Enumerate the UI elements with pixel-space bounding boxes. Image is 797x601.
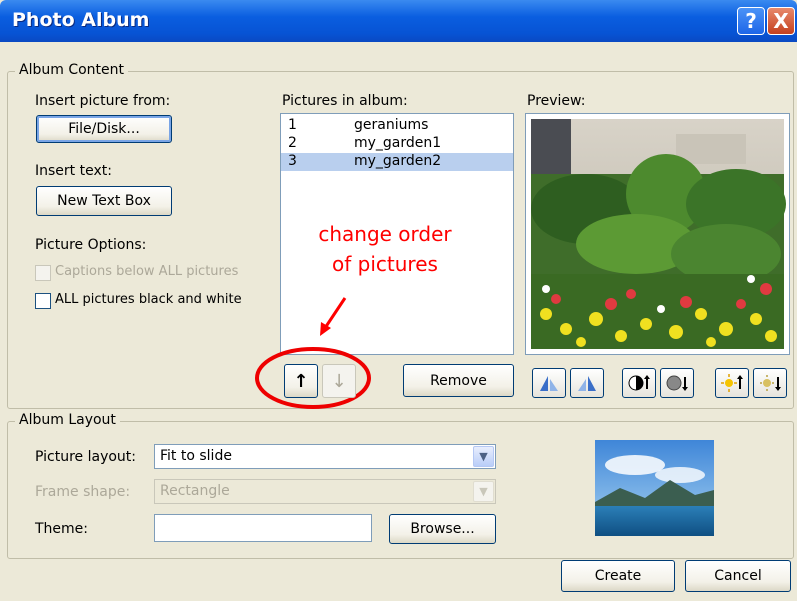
annotation-arrow	[323, 297, 347, 329]
preview-pane	[525, 113, 790, 355]
move-up-button[interactable]: ↑	[284, 364, 318, 398]
layout-preview-image	[595, 440, 714, 536]
contrast-up-button[interactable]	[622, 368, 656, 398]
annotation-text: change order of pictures	[300, 219, 470, 279]
picture-options-label: Picture Options:	[35, 237, 147, 253]
rotate-right-button[interactable]	[570, 368, 604, 398]
contrast-down-icon	[666, 375, 688, 391]
rotate-right-icon	[578, 376, 596, 391]
picture-layout-label: Picture layout:	[35, 449, 136, 465]
black-white-label: ALL pictures black and white	[55, 292, 242, 307]
chevron-down-icon[interactable]: ▼	[473, 446, 494, 467]
window-title: Photo Album	[12, 9, 150, 31]
annotation-line-2: of pictures	[332, 252, 438, 276]
theme-label: Theme:	[35, 521, 89, 537]
list-item-selected[interactable]: 3 my_garden2	[281, 153, 513, 171]
insert-picture-label: Insert picture from:	[35, 93, 171, 109]
album-layout-legend: Album Layout	[15, 412, 120, 428]
browse-button[interactable]: Browse...	[389, 514, 496, 544]
new-text-box-button[interactable]: New Text Box	[36, 186, 172, 216]
frame-shape-value: Rectangle	[160, 483, 230, 499]
help-button[interactable]: ?	[737, 7, 765, 35]
brightness-up-icon	[721, 374, 743, 392]
theme-input[interactable]	[154, 514, 372, 542]
move-down-button[interactable]: ↓	[322, 364, 356, 398]
picture-layout-value: Fit to slide	[160, 448, 232, 464]
black-white-checkbox[interactable]	[35, 293, 51, 309]
create-button[interactable]: Create	[561, 560, 675, 592]
brightness-up-button[interactable]	[715, 368, 749, 398]
annotation-marks	[255, 297, 371, 409]
contrast-up-icon	[628, 375, 650, 391]
brightness-down-icon	[760, 375, 781, 391]
chevron-down-icon[interactable]: ▼	[473, 481, 494, 502]
picture-layout-select[interactable]: Fit to slide ▼	[154, 444, 496, 469]
arrow-up-icon: ↑	[293, 370, 309, 392]
remove-button[interactable]: Remove	[403, 364, 514, 397]
captions-checkbox[interactable]	[35, 265, 51, 281]
contrast-down-button[interactable]	[660, 368, 694, 398]
insert-text-label: Insert text:	[35, 163, 112, 179]
annotation-line-1: change order	[318, 222, 452, 246]
close-button[interactable]: X	[767, 7, 795, 35]
arrow-down-icon: ↓	[331, 370, 347, 392]
garden-photo	[531, 119, 786, 349]
rotate-left-button[interactable]	[532, 368, 566, 398]
brightness-down-button[interactable]	[753, 368, 787, 398]
file-disk-button[interactable]: File/Disk...	[36, 115, 172, 143]
pictures-in-album-label: Pictures in album:	[282, 93, 408, 109]
album-content-legend: Album Content	[15, 62, 128, 78]
cancel-button[interactable]: Cancel	[685, 560, 791, 592]
list-item[interactable]: 1 geraniums	[281, 117, 513, 135]
frame-shape-label: Frame shape:	[35, 484, 131, 500]
rotate-left-icon	[540, 376, 558, 391]
frame-shape-select[interactable]: Rectangle ▼	[154, 479, 496, 504]
preview-label: Preview:	[527, 93, 586, 109]
title-bar: Photo Album ? X	[0, 0, 797, 42]
captions-label: Captions below ALL pictures	[55, 264, 239, 279]
list-item[interactable]: 2 my_garden1	[281, 135, 513, 153]
